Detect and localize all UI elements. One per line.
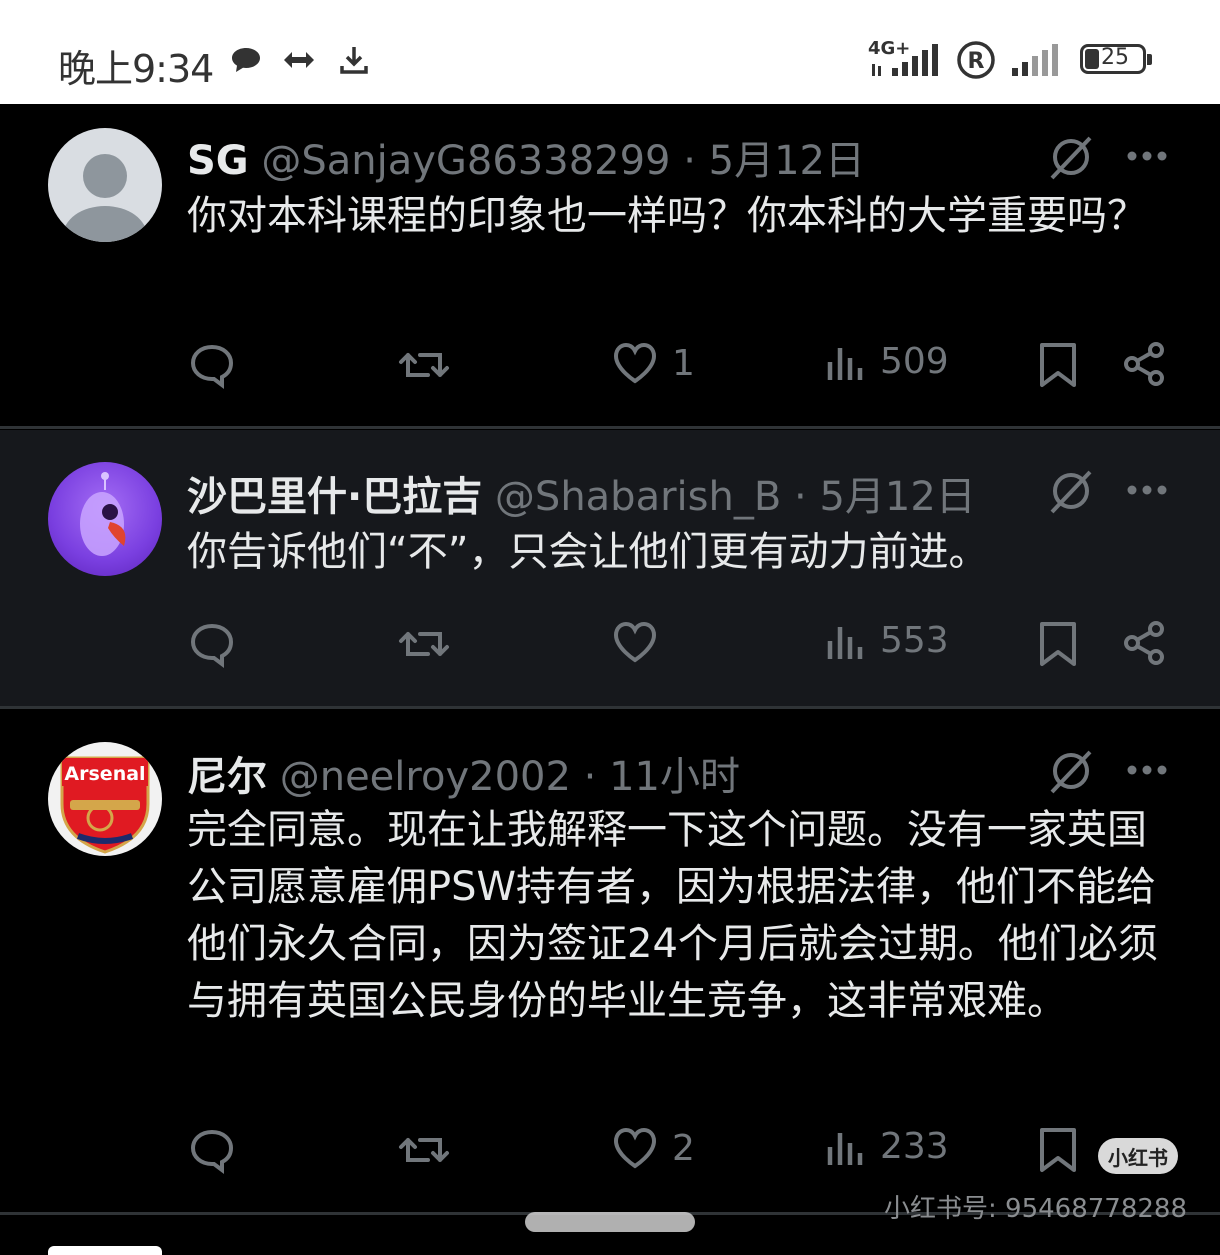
like-button[interactable]: 2 [612,1126,695,1170]
bookmark-icon [1040,343,1076,387]
analytics-icon [827,1132,863,1165]
battery-level: 25 [1101,45,1129,70]
more-icon[interactable] [1126,150,1168,162]
grok-icon[interactable] [1048,468,1094,514]
heart-icon [613,621,657,663]
display-name[interactable]: SG [187,138,249,184]
user-handle[interactable]: @neelroy2002 [280,754,571,800]
reply-button[interactable] [188,1126,236,1174]
next-avatar-edge [48,1246,162,1255]
status-bar: 晚上9:34 4G+ R 25 [0,0,1220,104]
default-avatar-icon [63,154,147,242]
share-icon [1124,621,1164,665]
view-count: 509 [880,341,949,382]
reply-icon [190,344,234,389]
tweet-header: 沙巴里什·巴拉吉 @Shabarish_B · 5月12日 [187,464,976,522]
divider [0,426,1220,429]
bookmark-button[interactable] [1038,1126,1078,1174]
tweet[interactable]: Arsenal 尼尔 @neelroy2002 · 11小时 完全同意。现在让我… [0,710,1220,1212]
tweet-header: SG @SanjayG86338299 · 5月12日 [187,128,865,186]
watermark-id: 小红书号: 95468778288 [884,1194,1187,1224]
reply-icon [190,1129,234,1174]
heart-icon [613,342,657,384]
reply-icon [190,623,234,668]
separator-dot: · [583,754,597,800]
retweet-button[interactable] [398,341,450,389]
like-button[interactable] [612,620,658,664]
retweet-icon [399,632,449,656]
arsenal-crest-icon: Arsenal [60,756,150,854]
signal-icon [1012,44,1058,76]
user-handle[interactable]: @Shabarish_B [495,474,781,520]
divider [0,706,1220,709]
reply-button[interactable] [188,341,236,389]
more-icon[interactable] [1126,484,1168,496]
watermark-badge: 小红书 [1098,1138,1178,1174]
share-button[interactable] [1122,341,1168,387]
tweet-text: 你告诉他们“不”，只会让他们更有动力前进。 [187,529,989,575]
tweet-actions: 1 509 [0,341,1220,391]
retweet-button[interactable] [398,1126,450,1174]
tweet-header: 尼尔 @neelroy2002 · 11小时 [187,744,740,802]
retweet-icon [399,353,449,377]
avatar[interactable] [48,462,162,576]
bookmark-icon [1040,1128,1076,1172]
like-count: 2 [672,1127,695,1169]
grok-icon[interactable] [1048,748,1094,794]
display-name[interactable]: 尼尔 [187,754,267,800]
retweet-icon [399,1138,449,1162]
chat-bubble-icon [232,48,260,72]
avatar[interactable]: Arsenal [48,742,162,856]
sync-icon [284,52,314,68]
analytics-icon [827,626,863,659]
grok-icon[interactable] [1048,134,1094,180]
views-button[interactable]: 233 [826,1126,949,1167]
analytics-icon [827,347,863,380]
separator-dot: · [683,138,696,184]
timestamp[interactable]: 5月12日 [709,138,865,184]
views-button[interactable]: 509 [826,341,949,382]
tweet[interactable]: SG @SanjayG86338299 · 5月12日 你对本科课程的印象也一样… [0,104,1220,426]
avatar[interactable] [48,128,162,242]
like-button[interactable]: 1 [612,341,695,385]
timestamp[interactable]: 5月12日 [819,474,975,520]
battery-icon: 25 [1080,44,1152,74]
tweet-text: 完全同意。现在让我解释一下这个问题。没有一家英国公司愿意雇佣PSW持有者，因为根… [187,807,1158,1024]
views-button[interactable]: 553 [826,620,949,661]
crest-text: Arsenal [64,763,145,785]
view-count: 553 [880,620,949,661]
home-indicator[interactable] [525,1212,695,1232]
purple-bird-avatar-icon [80,472,126,556]
more-icon[interactable] [1126,764,1168,776]
retweet-button[interactable] [398,620,450,668]
download-icon [340,47,368,74]
view-count: 233 [880,1126,949,1167]
user-handle[interactable]: @SanjayG86338299 [261,138,670,184]
separator-dot: · [794,474,807,520]
tweet-actions: 553 [0,620,1220,670]
tweet[interactable]: 沙巴里什·巴拉吉 @Shabarish_B · 5月12日 你告诉他们“不”，只… [0,430,1220,706]
status-time: 晚上9:34 [58,47,214,91]
bookmark-icon [1040,622,1076,666]
tweet-text: 你对本科课程的印象也一样吗？你本科的大学重要吗？ [187,193,1147,239]
like-count: 1 [672,342,695,384]
share-button[interactable] [1122,620,1168,666]
display-name[interactable]: 沙巴里什·巴拉吉 [187,474,482,520]
svg-text:R: R [968,49,985,74]
reply-button[interactable] [188,620,236,668]
tweet-actions: 2 233 [0,1126,1220,1176]
heart-icon [613,1127,657,1169]
timestamp[interactable]: 11小时 [609,754,740,800]
roaming-r-icon: R [957,41,995,79]
signal-icon [872,44,938,76]
bookmark-button[interactable] [1038,620,1078,668]
bookmark-button[interactable] [1038,341,1078,389]
share-icon [1124,342,1164,386]
